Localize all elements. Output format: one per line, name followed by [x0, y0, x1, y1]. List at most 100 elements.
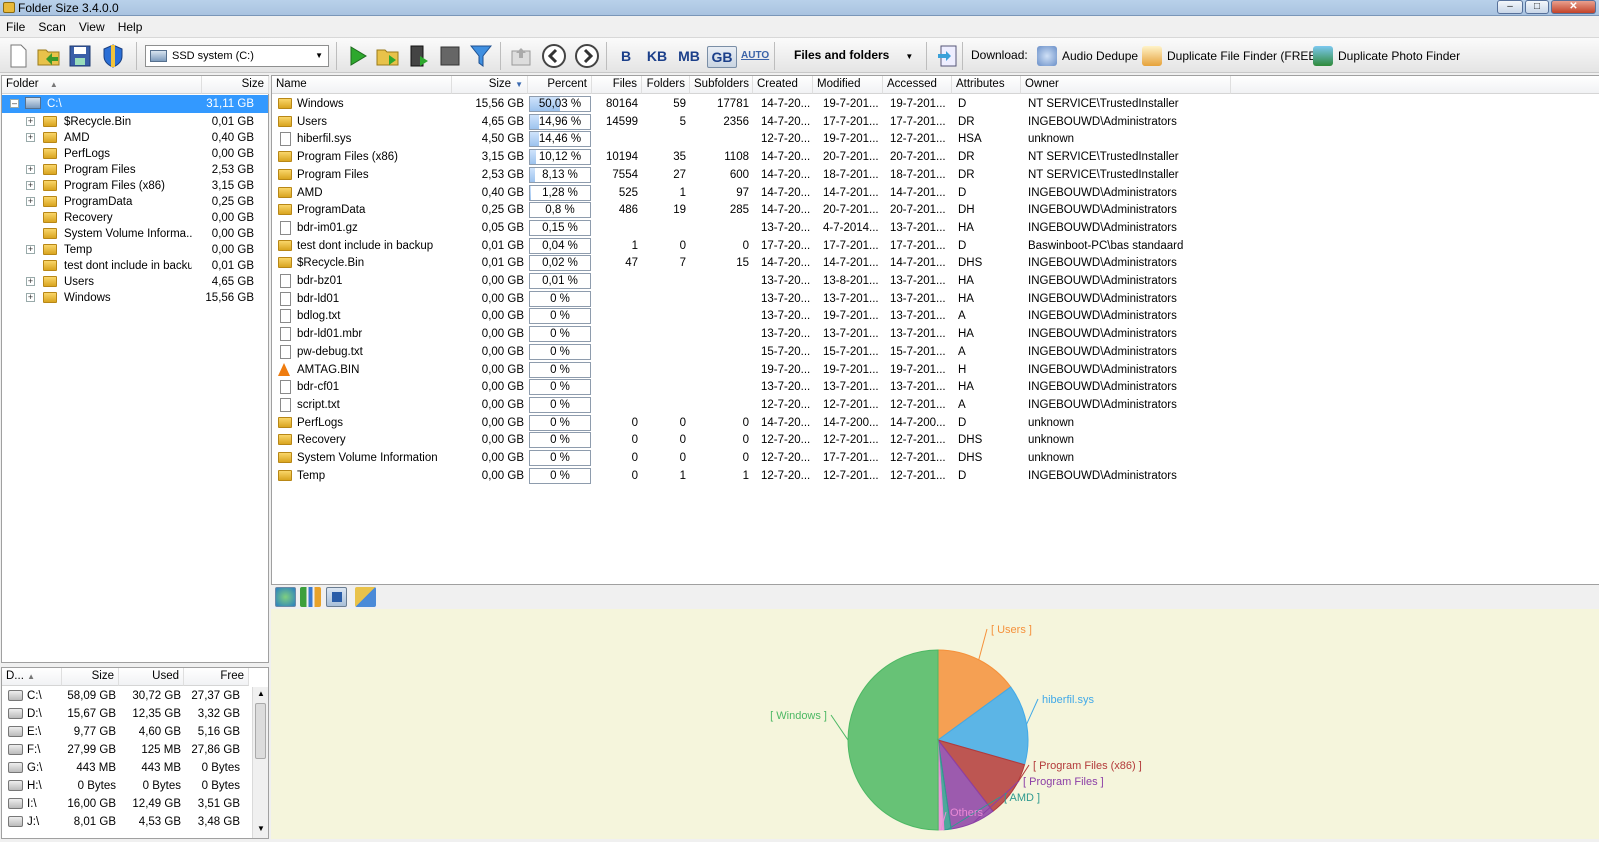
drives-scrollbar[interactable]: ▲ ▼ [252, 687, 268, 838]
sort-up-icon: ▲ [27, 672, 35, 681]
export-icon[interactable] [934, 43, 960, 69]
tree-header-folder[interactable]: Folder ▲ [2, 76, 202, 94]
collapse-icon[interactable]: – [10, 99, 19, 108]
duplicate-photo-finder-link[interactable]: Duplicate Photo Finder [1313, 45, 1460, 67]
list-row[interactable]: bdlog.txt0,00 GB0 %13-7-20...19-7-201...… [272, 307, 1232, 325]
save-icon[interactable] [67, 43, 93, 69]
list-row[interactable]: Recovery0,00 GB0 %00012-7-20...12-7-201.… [272, 431, 1232, 449]
list-row[interactable]: $Recycle.Bin0,01 GB0,02 %4771514-7-20...… [272, 254, 1232, 272]
menu-file[interactable]: File [0, 17, 29, 34]
drive-select[interactable]: SSD system (C:) ▼ [145, 45, 329, 67]
filter-icon[interactable] [468, 43, 494, 69]
list-header-name[interactable]: Name [272, 76, 452, 94]
bar-chart-icon[interactable] [300, 587, 321, 607]
list-row[interactable]: Temp0,00 GB0 %01112-7-20...12-7-201...12… [272, 467, 1232, 485]
open-folder-icon[interactable] [36, 43, 62, 69]
expand-icon[interactable]: + [26, 181, 35, 190]
list-row[interactable]: pw-debug.txt0,00 GB0 %15-7-20...15-7-201… [272, 343, 1232, 361]
drive-row[interactable]: F:\27,99 GB125 MB27,86 GB [2, 741, 252, 759]
new-icon[interactable] [5, 43, 31, 69]
list-row[interactable]: Windows15,56 GB50,03 %80164591778114-7-2… [272, 95, 1232, 113]
list-row[interactable]: bdr-cf010,00 GB0 %13-7-20...13-7-201...1… [272, 378, 1232, 396]
drive-row[interactable]: G:\443 MB443 MB0 Bytes [2, 759, 252, 777]
unit-kb-button[interactable]: KB [644, 46, 670, 68]
drive-used: 0 Bytes [119, 778, 181, 795]
scroll-up-icon[interactable]: ▲ [257, 689, 265, 698]
unit-b-button[interactable]: B [615, 46, 637, 68]
stop-icon[interactable] [437, 43, 463, 69]
maximize-button[interactable]: □ [1525, 0, 1549, 14]
scroll-down-icon[interactable]: ▼ [257, 824, 265, 833]
list-header-attributes[interactable]: Attributes [952, 76, 1021, 94]
drive-row[interactable]: I:\16,00 GB12,49 GB3,51 GB [2, 795, 252, 813]
list-row[interactable]: ProgramData0,25 GB0,8 %4861928514-7-20..… [272, 201, 1232, 219]
minimize-button[interactable]: – [1497, 0, 1523, 14]
list-row[interactable]: AMD0,40 GB1,28 %52519714-7-20...14-7-201… [272, 184, 1232, 202]
list-header-accessed[interactable]: Accessed [883, 76, 952, 94]
forward-icon[interactable] [574, 43, 600, 69]
list-header-percent[interactable]: Percent [528, 76, 592, 94]
list-header-created[interactable]: Created [753, 76, 813, 94]
drive-row[interactable]: J:\8,01 GB4,53 GB3,48 GB [2, 813, 252, 831]
pie-chart-icon[interactable] [275, 587, 296, 607]
drive-row[interactable]: D:\15,67 GB12,35 GB3,32 GB [2, 705, 252, 723]
back-icon[interactable] [541, 43, 567, 69]
list-row[interactable]: System Volume Information0,00 GB0 %00012… [272, 449, 1232, 467]
list-row[interactable]: AMTAG.BIN0,00 GB0 %19-7-20...19-7-201...… [272, 361, 1232, 379]
start-scan-icon[interactable] [345, 43, 371, 69]
unit-mb-button[interactable]: MB [675, 46, 703, 68]
list-header-subfolders[interactable]: Subfolders [690, 76, 753, 94]
expand-icon[interactable]: + [26, 117, 35, 126]
shield-icon[interactable] [100, 43, 126, 69]
menu-help[interactable]: Help [112, 17, 147, 34]
expand-icon[interactable]: + [26, 165, 35, 174]
expand-icon[interactable]: + [26, 277, 35, 286]
close-button[interactable]: ✕ [1551, 0, 1596, 14]
list-row[interactable]: script.txt0,00 GB0 %12-7-20...12-7-201..… [272, 396, 1232, 414]
drive-row[interactable]: C:\58,09 GB30,72 GB27,37 GB [2, 687, 252, 705]
list-row[interactable]: Program Files (x86)3,15 GB10,12 %1019435… [272, 148, 1232, 166]
menu-scan[interactable]: Scan [32, 17, 69, 34]
list-header-folders[interactable]: Folders [642, 76, 690, 94]
list-header-modified[interactable]: Modified [813, 76, 883, 94]
drive-free: 27,37 GB [184, 688, 240, 705]
expand-icon[interactable]: + [26, 293, 35, 302]
unit-auto-button[interactable]: AUTO [741, 46, 769, 68]
view-mode-select[interactable]: Files and folders▼ [794, 48, 913, 62]
pie-slice[interactable] [848, 650, 938, 830]
unit-gb-button[interactable]: GB [707, 46, 737, 68]
list-row[interactable]: PerfLogs0,00 GB0 %00014-7-20...14-7-200.… [272, 414, 1232, 432]
expand-icon[interactable]: + [26, 245, 35, 254]
drives-header-used[interactable]: Used [119, 668, 184, 686]
scan-computer-icon[interactable] [406, 43, 432, 69]
list-row[interactable]: bdr-bz010,00 GB0,01 %13-7-20...13-8-201.… [272, 272, 1232, 290]
menu-view[interactable]: View [73, 17, 109, 34]
duplicate-file-finder-link[interactable]: Duplicate File Finder (FREE) [1142, 45, 1320, 67]
audio-dedupe-link[interactable]: Audio Dedupe [1037, 45, 1138, 67]
scan-folder-icon[interactable] [375, 43, 401, 69]
drives-header-free[interactable]: Free [184, 668, 249, 686]
list-header-owner[interactable]: Owner [1021, 76, 1231, 94]
3d-chart-icon[interactable] [326, 587, 347, 607]
list-row[interactable]: bdr-ld01.mbr0,00 GB0 %13-7-20...13-7-201… [272, 325, 1232, 343]
list-header-files[interactable]: Files [592, 76, 642, 94]
list-row[interactable]: Users4,65 GB14,96 %145995235614-7-20...1… [272, 113, 1232, 131]
tree-header-size[interactable]: Size [202, 76, 269, 94]
up-folder-icon[interactable] [508, 43, 534, 69]
expand-icon[interactable]: + [26, 133, 35, 142]
drive-row[interactable]: H:\0 Bytes0 Bytes0 Bytes [2, 777, 252, 795]
tree-item[interactable]: +Windows15,56 GB [2, 289, 252, 307]
scroll-thumb[interactable] [255, 703, 266, 759]
list-row[interactable]: hiberfil.sys4,50 GB14,46 %12-7-20...19-7… [272, 130, 1232, 148]
drive-row[interactable]: E:\9,77 GB4,60 GB5,16 GB [2, 723, 252, 741]
list-header-size[interactable]: Size▼ [452, 76, 528, 94]
treemap-icon[interactable] [355, 587, 376, 607]
list-row[interactable]: test dont include in backup0,01 GB0,04 %… [272, 237, 1232, 255]
expand-icon[interactable]: + [26, 197, 35, 206]
tree-root-row[interactable]: – C:\ 31,11 GB [2, 95, 268, 113]
drives-header-size[interactable]: Size [62, 668, 119, 686]
list-row[interactable]: Program Files2,53 GB8,13 %75542760014-7-… [272, 166, 1232, 184]
drives-header-drive[interactable]: D... ▲ [2, 668, 62, 686]
list-row[interactable]: bdr-ld010,00 GB0 %13-7-20...13-7-201...1… [272, 290, 1232, 308]
list-row[interactable]: bdr-im01.gz0,05 GB0,15 %13-7-20...4-7-20… [272, 219, 1232, 237]
